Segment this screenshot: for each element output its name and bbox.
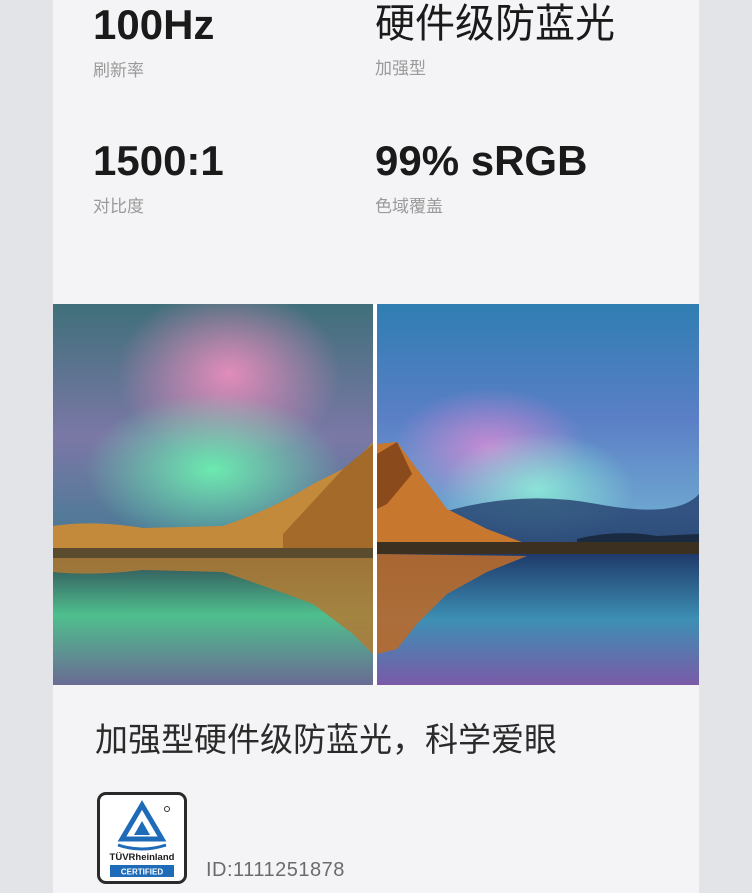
spec-contrast: 1500:1 对比度	[93, 137, 224, 218]
spec-value: 99% sRGB	[375, 137, 588, 184]
spec-blue-light: 硬件级防蓝光 加强型	[375, 4, 615, 79]
svg-text:CERTIFIED: CERTIFIED	[121, 868, 163, 877]
spec-value: 硬件级防蓝光	[375, 1, 615, 47]
tuv-logo-icon: TÜVRheinland CERTIFIED	[110, 800, 175, 877]
certification-id: ID:1111251878	[206, 859, 345, 881]
spec-label: 刷新率	[93, 61, 144, 81]
spec-label: 对比度	[93, 197, 144, 217]
spec-label: 加强型	[375, 59, 426, 79]
right-margin	[699, 0, 752, 893]
comparison-image	[53, 304, 699, 685]
tuv-certification-badge: TÜVRheinland CERTIFIED	[97, 792, 187, 884]
svg-text:TÜVRheinland: TÜVRheinland	[110, 852, 175, 863]
standard-screen-photo	[53, 304, 373, 685]
spec-color-gamut: 99% sRGB 色域覆盖	[375, 137, 588, 218]
feature-caption: 加强型硬件级防蓝光，科学爱眼	[95, 720, 557, 759]
blue-light-filter-photo	[377, 304, 699, 685]
spec-label: 色域覆盖	[375, 197, 443, 217]
spec-value: 100Hz	[93, 1, 215, 48]
spec-value: 1500:1	[93, 137, 224, 184]
spec-refresh-rate: 100Hz 刷新率	[93, 1, 215, 82]
left-margin	[0, 0, 53, 893]
